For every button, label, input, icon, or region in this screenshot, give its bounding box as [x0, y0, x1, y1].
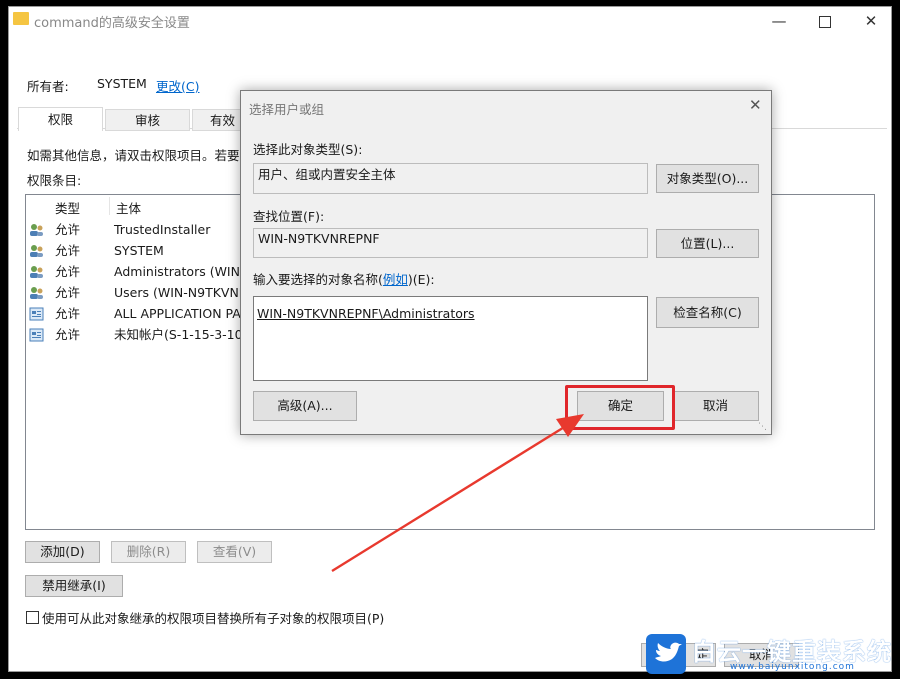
- pointer-arrow: [331, 414, 584, 573]
- bird-logo-icon: [646, 634, 686, 674]
- watermark-url: www.baiyunxitong.com: [730, 662, 855, 672]
- watermark: 白云一键重装系统 www.baiyunxitong.com: [640, 632, 898, 677]
